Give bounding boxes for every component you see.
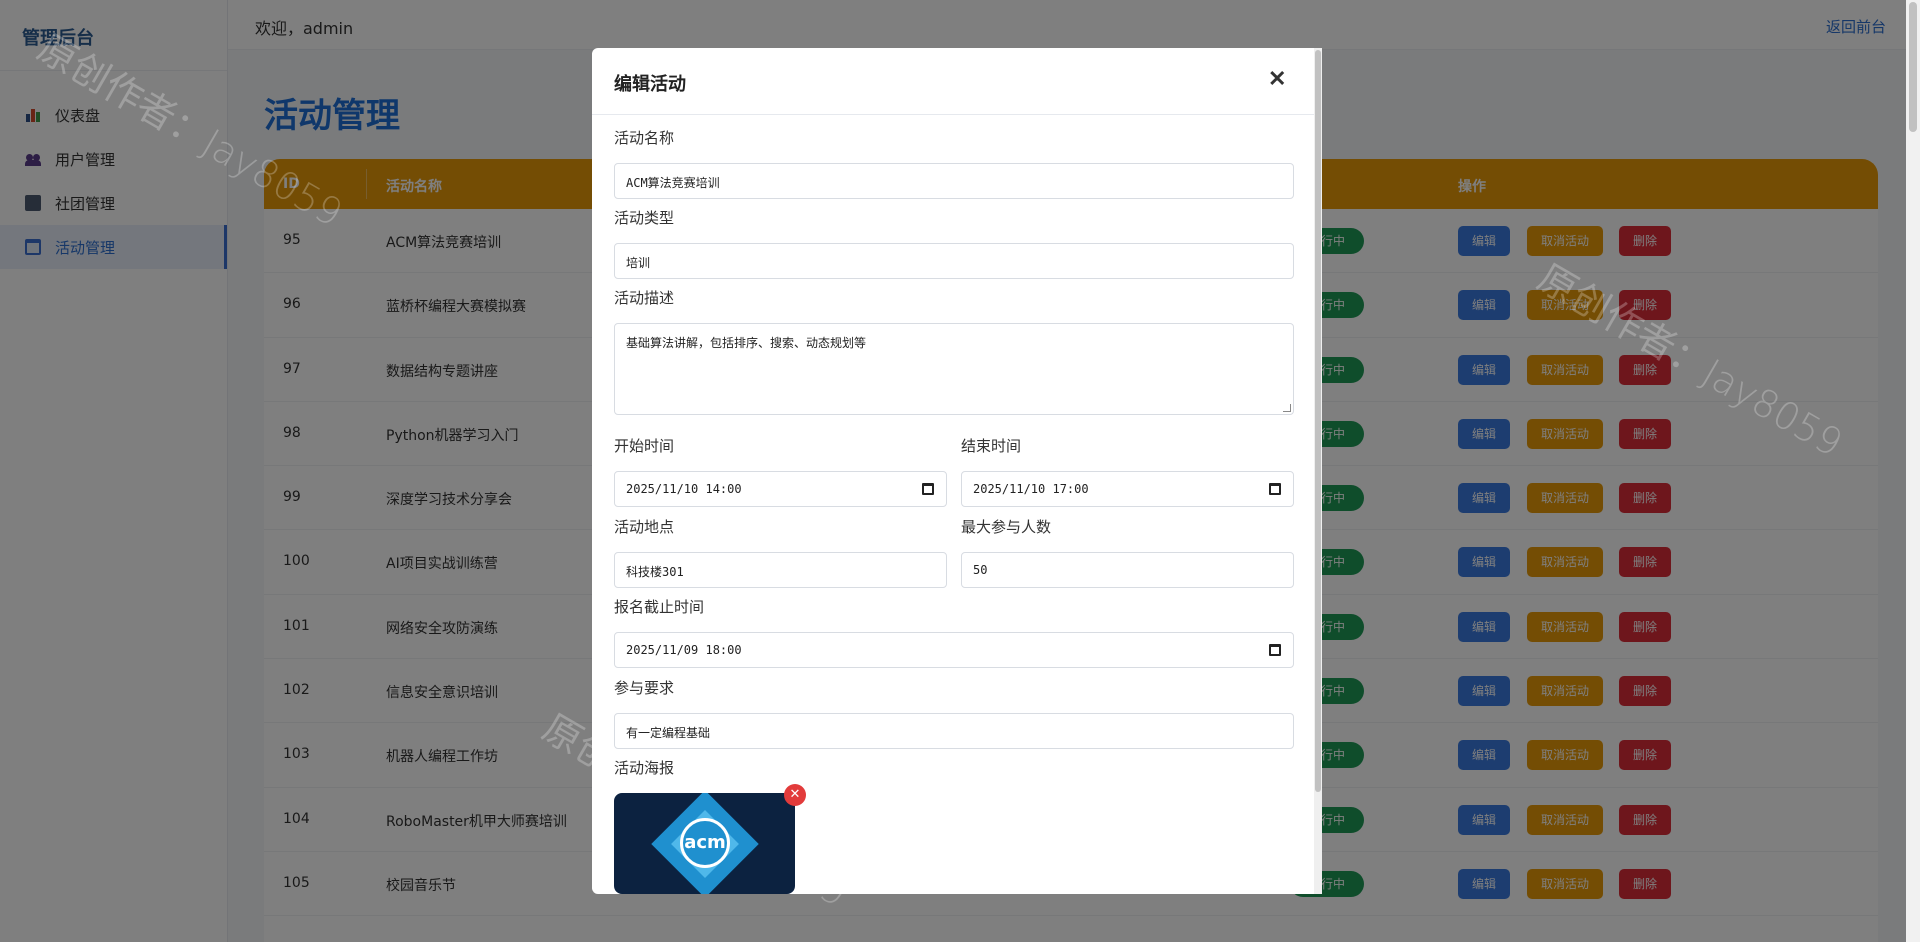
start-time-label: 开始时间 [614,437,675,455]
remove-poster-button[interactable]: ✕ [784,784,806,806]
end-time-value: 2025/11/10 17:00 [973,482,1089,496]
end-time-input[interactable]: 2025/11/10 17:00 [961,471,1294,507]
edit-activity-modal: 编辑活动 ✕ 活动名称 ACM算法竞赛培训 活动类型 培训 活动描述 基础算法讲… [592,48,1322,894]
activity-type-input[interactable]: 培训 [614,243,1294,279]
modal-scrollbar-thumb[interactable] [1315,50,1321,792]
deadline-label: 报名截止时间 [614,598,705,616]
modal-header: 编辑活动 ✕ [592,48,1322,115]
deadline-value: 2025/11/09 18:00 [626,643,742,657]
page-scrollbar-thumb[interactable] [1909,2,1917,132]
modal-title: 编辑活动 [614,74,686,95]
description-text: 基础算法讲解，包括排序、搜索、动态规划等 [626,336,867,350]
location-label: 活动地点 [614,518,675,536]
activity-name-input[interactable]: ACM算法竞赛培训 [614,163,1294,199]
activity-description-label: 活动描述 [614,289,675,307]
max-participants-input[interactable]: 50 [961,552,1294,588]
activity-type-label: 活动类型 [614,209,675,227]
close-icon[interactable]: ✕ [1268,66,1286,92]
poster-image: acm [614,793,795,894]
calendar-picker-icon[interactable] [922,483,934,495]
deadline-input[interactable]: 2025/11/09 18:00 [614,632,1294,668]
requirements-input[interactable]: 有一定编程基础 [614,713,1294,749]
activity-name-label: 活动名称 [614,129,675,147]
calendar-picker-icon[interactable] [1269,483,1281,495]
page-scrollbar[interactable] [1906,0,1920,942]
max-participants-label: 最大参与人数 [961,518,1052,536]
acm-logo: acm [680,818,730,868]
resize-handle-icon[interactable] [1283,404,1291,412]
location-input[interactable]: 科技楼301 [614,552,947,588]
activity-description-textarea[interactable]: 基础算法讲解，包括排序、搜索、动态规划等 [614,323,1294,415]
start-time-input[interactable]: 2025/11/10 14:00 [614,471,947,507]
end-time-label: 结束时间 [961,437,1022,455]
start-time-value: 2025/11/10 14:00 [626,482,742,496]
calendar-picker-icon[interactable] [1269,644,1281,656]
requirements-label: 参与要求 [614,679,675,697]
poster-label: 活动海报 [614,759,675,777]
